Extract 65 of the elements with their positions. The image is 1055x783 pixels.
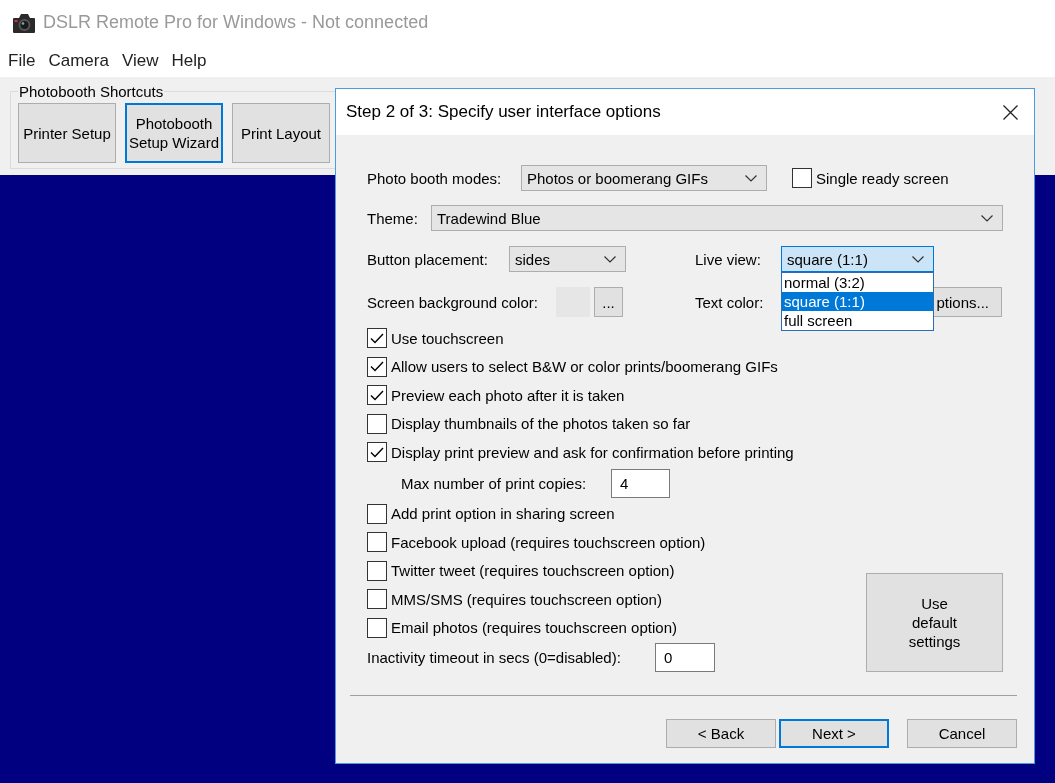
- checkbox-label: Twitter tweet (requires touchscreen option): [391, 562, 675, 580]
- window-title: DSLR Remote Pro for Windows - Not connected: [43, 12, 429, 33]
- dialog-title: Step 2 of 3: Specify user interface options: [346, 102, 661, 122]
- checkbox[interactable]: [367, 356, 387, 377]
- checkbox[interactable]: [367, 442, 387, 463]
- field-label: Screen background color:: [367, 293, 538, 311]
- menu-item[interactable]: Help: [171, 51, 207, 71]
- field-label: Max number of print copies:: [401, 474, 587, 492]
- field-label: Button placement:: [367, 250, 488, 268]
- checkbox-label: Allow users to select B&W or color prints/boomerang GIFs: [391, 358, 778, 376]
- checkbox-label: Display thumbnails of the photos taken so far: [391, 415, 691, 433]
- checkbox-label: MMS/SMS (requires touchscreen option): [391, 590, 662, 608]
- checkmark-icon: [370, 389, 384, 401]
- checkbox-label: Facebook upload (requires touchscreen option): [391, 533, 706, 551]
- dropdown-option[interactable]: full screen: [782, 311, 933, 330]
- checkbox[interactable]: [367, 503, 387, 524]
- close-icon: [1002, 104, 1018, 120]
- checkbox[interactable]: [367, 617, 387, 638]
- field-label: Text color:: [695, 293, 764, 311]
- checkmark-icon: [370, 332, 384, 344]
- checkbox[interactable]: [367, 413, 387, 434]
- menu-item[interactable]: View: [121, 51, 159, 71]
- field-label: Theme:: [367, 209, 418, 227]
- menu-item[interactable]: Camera: [48, 51, 109, 71]
- dropdown[interactable]: square (1:1): [781, 246, 934, 272]
- default-settings-button[interactable]: Use default settings: [866, 573, 1003, 672]
- camera-icon: [12, 11, 36, 34]
- checkbox[interactable]: [367, 532, 387, 553]
- number-field[interactable]: 0: [655, 643, 715, 672]
- checkmark-icon: [370, 446, 384, 458]
- checkbox[interactable]: [367, 560, 387, 581]
- checkbox[interactable]: [367, 589, 387, 610]
- chevron-down-icon: [745, 174, 757, 182]
- checkbox-label: Preview each photo after it is taken: [391, 386, 625, 404]
- field-label: Inactivity timeout in secs (0=disabled):: [367, 649, 621, 666]
- dropdown[interactable]: sides: [509, 246, 626, 272]
- group-box-title: Photobooth Shortcuts: [18, 83, 165, 100]
- chevron-down-icon: [981, 214, 993, 222]
- cancel-button[interactable]: Cancel: [907, 719, 1017, 748]
- next-button[interactable]: Next >: [779, 719, 889, 748]
- checkbox-label: Single ready screen: [816, 169, 949, 187]
- field-label: Live view:: [695, 250, 761, 268]
- dropdown[interactable]: Photos or boomerang GIFs: [521, 165, 767, 191]
- checkbox-label: Display print preview and ask for confirmation before printing: [391, 443, 794, 461]
- ellipsis-button[interactable]: ...: [594, 287, 623, 317]
- dropdown-option[interactable]: normal (3:2): [782, 273, 933, 292]
- options-button[interactable]: ptions...: [933, 287, 1002, 317]
- dropdown[interactable]: Tradewind Blue: [431, 205, 1003, 231]
- checkbox[interactable]: [367, 328, 387, 349]
- checkbox-label: Use touchscreen: [391, 329, 504, 347]
- menu-item[interactable]: File: [8, 51, 36, 71]
- field-label: Photo booth modes:: [367, 169, 502, 187]
- checkbox-label: Email photos (requires touchscreen option): [391, 619, 677, 637]
- checkbox-label: Add print option in sharing screen: [391, 505, 615, 523]
- shortcut-button[interactable]: Print Layout: [232, 103, 330, 163]
- chevron-down-icon: [604, 255, 616, 263]
- shortcut-button[interactable]: Printer Setup: [18, 103, 116, 163]
- shortcut-button[interactable]: Photobooth Setup Wizard: [125, 103, 223, 163]
- checkmark-icon: [370, 361, 384, 373]
- back-button[interactable]: < Back: [666, 719, 776, 748]
- checkbox[interactable]: [367, 385, 387, 406]
- chevron-down-icon: [912, 255, 924, 263]
- checkbox[interactable]: [792, 168, 812, 188]
- number-field[interactable]: 4: [611, 468, 670, 498]
- dropdown-option[interactable]: square (1:1): [782, 292, 933, 311]
